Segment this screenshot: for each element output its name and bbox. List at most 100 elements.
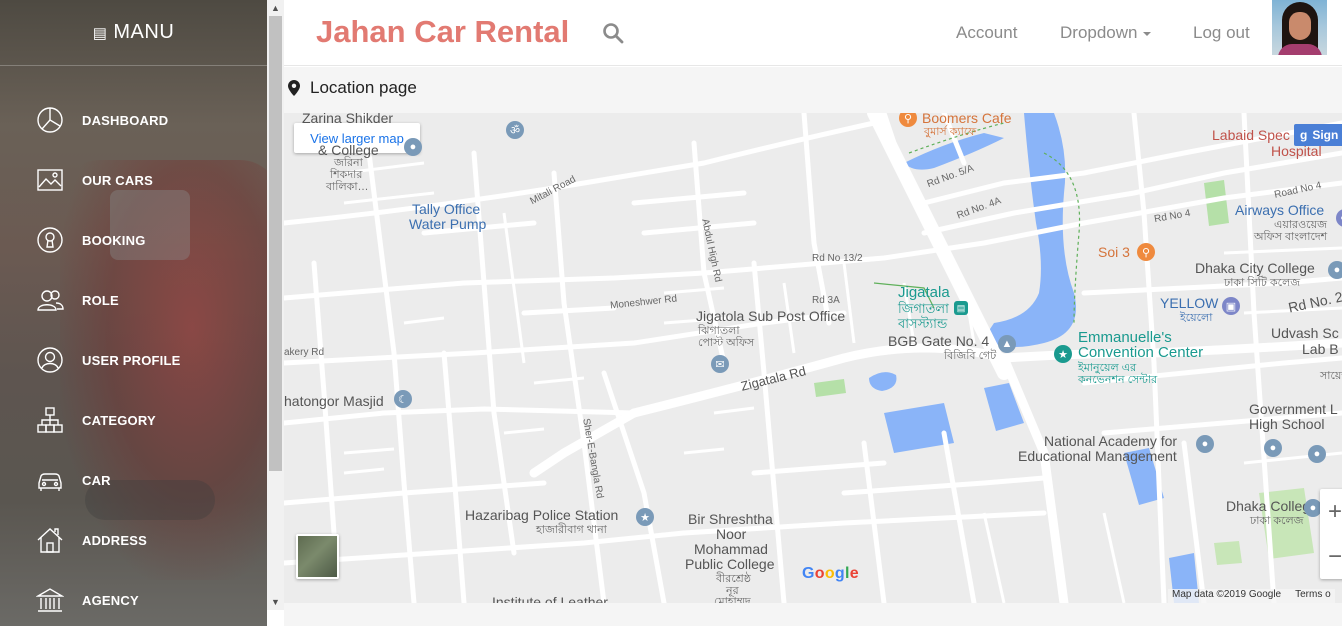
scroll-down-arrow-icon[interactable]: ▼ bbox=[267, 594, 284, 610]
nav-account-link[interactable]: Account bbox=[956, 23, 1017, 43]
map-label: জিগাতলা bbox=[898, 301, 949, 316]
keyhole-icon bbox=[35, 225, 65, 255]
map-label: হাজারীবাগ থানা bbox=[536, 524, 607, 536]
map-event-venue-pin-icon[interactable]: ★ bbox=[1054, 345, 1072, 363]
map-label: Hazaribag Police Station bbox=[465, 507, 619, 523]
map-label: Convention Center bbox=[1078, 344, 1204, 361]
page-title: Location page bbox=[288, 78, 417, 98]
map-shopping-pin-icon[interactable]: ▣ bbox=[1222, 297, 1240, 315]
sidebar-item-our-cars[interactable]: OUR CARS bbox=[0, 150, 267, 210]
scrollbar-thumb[interactable] bbox=[269, 16, 282, 471]
map-label: বাসস্ট্যান্ড bbox=[898, 316, 948, 331]
page-title-text: Location page bbox=[310, 78, 417, 97]
map-post-office-pin-icon[interactable]: ✉ bbox=[711, 355, 729, 373]
map-school-pin-icon[interactable]: ● bbox=[1328, 261, 1342, 279]
dashboard-pie-icon bbox=[35, 105, 65, 135]
map-data-credit: Map data ©2019 Google bbox=[1172, 589, 1282, 600]
sidebar-item-dashboard[interactable]: DASHBOARD bbox=[0, 90, 267, 150]
users-icon bbox=[35, 285, 65, 315]
nav-dropdown-label: Dropdown bbox=[1060, 23, 1138, 42]
zoom-in-button[interactable]: + bbox=[1320, 489, 1342, 534]
map-label: Soi 3 bbox=[1098, 244, 1130, 260]
sidebar-item-label: ADDRESS bbox=[82, 532, 147, 548]
caret-down-icon bbox=[1142, 31, 1151, 36]
terms-link[interactable]: Terms o bbox=[1295, 589, 1331, 603]
sidebar-item-category[interactable]: CATEGORY bbox=[0, 390, 267, 450]
main-content: Location page View larger map Zarina Shi… bbox=[284, 67, 1342, 626]
map-label: Noor bbox=[716, 526, 747, 542]
sidebar-item-role[interactable]: ROLE bbox=[0, 270, 267, 330]
image-icon bbox=[35, 165, 65, 195]
map-restaurant-pin-icon[interactable]: ⚲ bbox=[1137, 243, 1155, 261]
top-navbar: Jahan Car Rental Account Dropdown Log ou… bbox=[284, 0, 1342, 66]
nav-dropdown[interactable]: Dropdown bbox=[1060, 23, 1151, 43]
zoom-controls: + − bbox=[1320, 489, 1342, 579]
map-label: বুমার্স ক্যাফে bbox=[924, 126, 977, 138]
sidebar-title: MANU bbox=[113, 21, 175, 43]
map-label: Water Pump bbox=[409, 216, 487, 232]
map-mosque-pin-icon[interactable]: ☾ bbox=[394, 390, 412, 408]
search-icon[interactable] bbox=[602, 22, 624, 44]
map-school-pin-icon[interactable]: ● bbox=[1196, 435, 1214, 453]
map-attribution: Map data ©2019 Google Terms o bbox=[1168, 589, 1335, 603]
map-police-pin-icon[interactable]: ★ bbox=[636, 508, 654, 526]
embedded-google-map[interactable]: View larger map Zarina Shikder & College… bbox=[284, 113, 1342, 603]
map-label: ইয়েলো bbox=[1180, 312, 1213, 324]
scroll-up-arrow-icon[interactable]: ▲ bbox=[267, 0, 284, 16]
map-label: BGB Gate No. 4 bbox=[888, 333, 990, 349]
map-temple-pin-icon[interactable]: ॐ bbox=[506, 121, 524, 139]
map-label: সায়েন্স bbox=[1320, 370, 1342, 382]
sidebar-item-car[interactable]: CAR bbox=[0, 450, 267, 510]
sidebar-item-user-profile[interactable]: USER PROFILE bbox=[0, 330, 267, 390]
map-label: Hospital bbox=[1271, 143, 1322, 159]
sidebar-item-agency[interactable]: AGENCY bbox=[0, 570, 267, 626]
google-logo[interactable]: Google bbox=[802, 565, 859, 583]
sign-in-button[interactable]: g Sign bbox=[1294, 124, 1342, 146]
map-label: Dhaka City College bbox=[1195, 260, 1315, 276]
map-label: Public College bbox=[685, 556, 775, 572]
sitemap-icon bbox=[35, 405, 65, 435]
map-school-pin-icon[interactable]: ● bbox=[1264, 439, 1282, 457]
map-label: Zarina Shikder bbox=[302, 113, 394, 126]
satellite-layer-toggle[interactable] bbox=[296, 534, 339, 579]
sidebar-item-label: OUR CARS bbox=[82, 172, 153, 188]
sidebar-item-booking[interactable]: BOOKING bbox=[0, 210, 267, 270]
nav-logout-link[interactable]: Log out bbox=[1193, 23, 1250, 43]
sidebar-item-label: BOOKING bbox=[82, 232, 146, 248]
sidebar-item-label: DASHBOARD bbox=[82, 112, 169, 128]
map-label: Airways Office bbox=[1235, 202, 1325, 218]
map-label: Tally Office bbox=[412, 201, 481, 217]
sidebar-item-label: USER PROFILE bbox=[82, 352, 181, 368]
google-plus-icon: g bbox=[1300, 128, 1308, 142]
map-government-pin-icon[interactable]: ▲ bbox=[998, 335, 1016, 353]
map-label: Udvash Sc bbox=[1271, 325, 1339, 341]
map-label: Government L bbox=[1249, 401, 1338, 417]
sign-in-label: Sign bbox=[1312, 128, 1339, 142]
map-school-pin-icon[interactable]: ● bbox=[1308, 445, 1326, 463]
map-label: Institute of Leather bbox=[492, 594, 608, 604]
bank-icon bbox=[35, 585, 65, 615]
sidebar-scrollbar[interactable]: ▲ ▼ bbox=[267, 0, 284, 610]
map-label: National Academy for bbox=[1044, 433, 1178, 449]
map-label: Educational Management bbox=[1018, 448, 1177, 464]
sidebar-item-address[interactable]: ADDRESS bbox=[0, 510, 267, 570]
map-road-label: Rd 3A bbox=[812, 295, 840, 306]
map-road-label: Rd No 13/2 bbox=[812, 253, 863, 264]
map-label: বালিকা… bbox=[326, 181, 369, 193]
map-label: YELLOW bbox=[1160, 295, 1219, 311]
zoom-out-button[interactable]: − bbox=[1320, 534, 1342, 579]
car-icon bbox=[35, 465, 65, 495]
bus-station-icon[interactable]: ▤ bbox=[954, 301, 968, 315]
sidebar-header[interactable]: ▤ MANU bbox=[0, 0, 267, 66]
map-label: ঢাকা কলেজ bbox=[1250, 515, 1304, 527]
avatar-shirt bbox=[1278, 44, 1322, 55]
avatar[interactable] bbox=[1272, 0, 1327, 55]
brand-title[interactable]: Jahan Car Rental bbox=[316, 14, 569, 50]
map-school-pin-icon[interactable]: ● bbox=[404, 138, 422, 156]
map-label: Mohammad bbox=[694, 541, 768, 557]
sidebar-item-label: AGENCY bbox=[82, 592, 139, 608]
map-label: Bir Shreshtha bbox=[688, 511, 773, 527]
map-label: মোহাম্মদ bbox=[714, 596, 751, 603]
map-road-label: akery Rd bbox=[284, 347, 325, 358]
map-label: Jigatola Sub Post Office bbox=[696, 308, 846, 324]
